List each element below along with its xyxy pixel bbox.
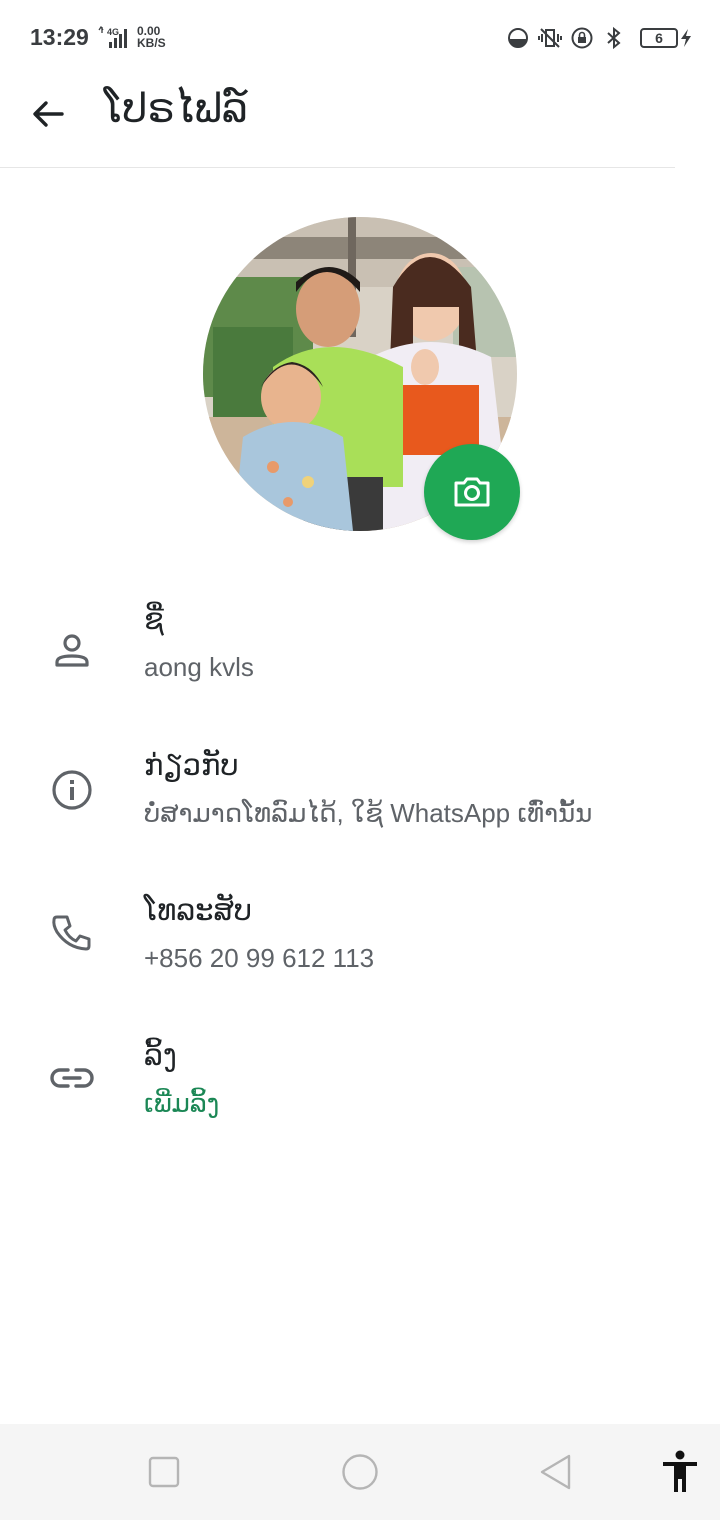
phone-label: ໂທລະສັບ: [144, 893, 253, 927]
network-speed: 0.00 KB/S: [137, 25, 166, 49]
camera-icon: [454, 477, 490, 507]
about-label: ກ່ຽວກັບ: [144, 748, 239, 782]
change-photo-button[interactable]: [424, 444, 520, 540]
name-label: ຊື່: [144, 602, 164, 636]
info-icon: [52, 770, 92, 810]
links-label: ລິ້ງ: [144, 1038, 177, 1072]
vibrate-icon: [538, 28, 562, 48]
status-time: 13:29: [30, 24, 89, 50]
charging-icon: [681, 29, 691, 47]
navigation-bar: [0, 1424, 720, 1520]
recents-button[interactable]: [144, 1452, 184, 1492]
page-title: ໂປຣໄຟລ໌: [104, 86, 248, 132]
battery-level: 6: [655, 30, 663, 46]
links-row[interactable]: ລິ້ງ ເພີ່ມລິ້ງ: [0, 1038, 720, 1148]
about-value: ບໍ່ສາມາດໂທລົມໄດ້, ໃຊ້ WhatsApp ເທົ່ານັ້ນ: [144, 798, 593, 828]
data-saver-icon: [508, 28, 528, 48]
arrow-back-icon[interactable]: [28, 94, 68, 134]
status-bar: 13:29 4G 0.00 KB/S 6: [0, 0, 720, 76]
phone-icon: [52, 915, 91, 951]
speed-unit: KB/S: [137, 36, 166, 50]
bluetooth-icon: [607, 26, 621, 50]
about-row[interactable]: ກ່ຽວກັບ ບໍ່ສາມາດໂທລົມໄດ້, ໃຊ້ WhatsApp ເ…: [0, 748, 720, 858]
signal-icon: 4G: [98, 26, 127, 48]
app-bar: ໂປຣໄຟລ໌: [0, 76, 675, 168]
accessibility-button[interactable]: [660, 1450, 700, 1494]
add-link-button[interactable]: ເພີ່ມລິ້ງ: [144, 1088, 219, 1119]
phone-row[interactable]: ໂທລະສັບ +856 20 99 612 113: [0, 893, 720, 1003]
network-type: 4G: [107, 27, 119, 37]
battery-icon: 6: [640, 28, 678, 48]
link-icon: [50, 1068, 94, 1088]
back-button[interactable]: [536, 1452, 576, 1492]
person-icon: [55, 634, 89, 667]
phone-value: +856 20 99 612 113: [144, 943, 375, 973]
rotation-lock-icon: [571, 27, 593, 49]
name-row[interactable]: ຊື່ aong kvls: [0, 602, 720, 712]
name-value: aong kvls: [144, 652, 254, 682]
home-button[interactable]: [340, 1452, 380, 1492]
